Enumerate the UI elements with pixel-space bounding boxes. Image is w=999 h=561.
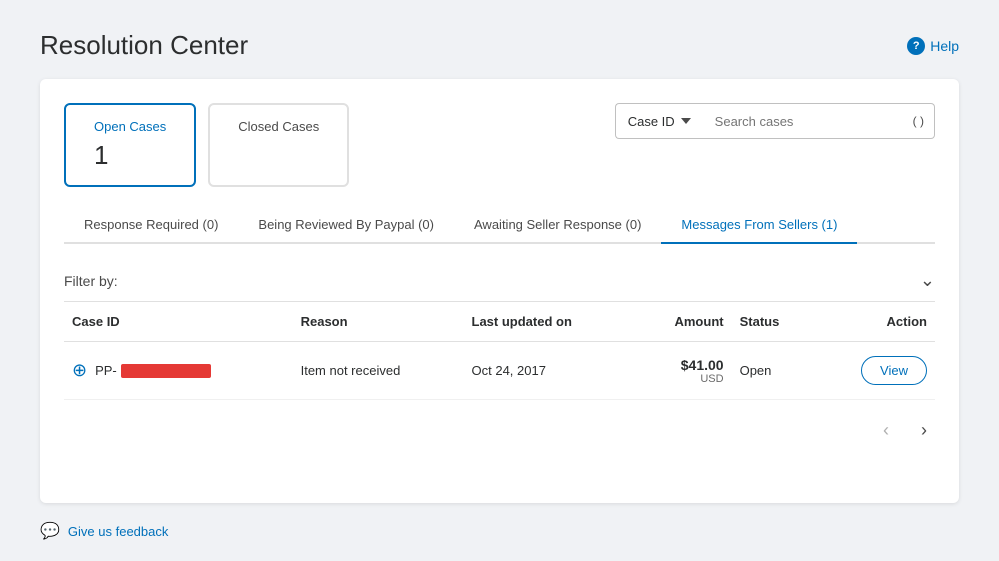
col-action: Action bbox=[814, 302, 935, 342]
table-row: ⊕ PP- Item not received Oct 24, 2017 $41… bbox=[64, 342, 935, 400]
col-amount: Amount bbox=[635, 302, 731, 342]
case-id-redacted bbox=[121, 364, 211, 378]
status-cell: Open bbox=[732, 342, 814, 400]
prev-page-button[interactable]: ‹ bbox=[875, 416, 897, 445]
closed-cases-label: Closed Cases bbox=[238, 119, 319, 134]
chevron-down-icon bbox=[681, 118, 691, 124]
filter-bar: Filter by: ⌄ bbox=[64, 260, 935, 302]
col-case-id: Case ID bbox=[64, 302, 293, 342]
tab-awaiting-seller[interactable]: Awaiting Seller Response (0) bbox=[454, 207, 661, 244]
tab-closed-cases[interactable]: Closed Cases bbox=[208, 103, 349, 187]
search-input[interactable] bbox=[703, 103, 903, 139]
col-last-updated: Last updated on bbox=[464, 302, 636, 342]
view-button[interactable]: View bbox=[861, 356, 927, 385]
tab-open-cases[interactable]: Open Cases 1 bbox=[64, 103, 196, 187]
case-id-prefix: PP- bbox=[95, 363, 117, 378]
case-id-text: PP- bbox=[95, 363, 211, 378]
feedback-link[interactable]: Give us feedback bbox=[68, 524, 168, 539]
help-icon: ? bbox=[907, 37, 925, 55]
feedback-icon: 💬 bbox=[40, 521, 60, 541]
feedback-row: 💬 Give us feedback bbox=[40, 521, 959, 541]
page-title: Resolution Center bbox=[40, 30, 248, 61]
amount-cell: $41.00 USD bbox=[635, 342, 731, 400]
cases-table: Case ID Reason Last updated on Amount St… bbox=[64, 302, 935, 400]
pagination: ‹ › bbox=[64, 400, 935, 449]
table-header-row: Case ID Reason Last updated on Amount St… bbox=[64, 302, 935, 342]
last-updated-cell: Oct 24, 2017 bbox=[464, 342, 636, 400]
reason-cell: Item not received bbox=[293, 342, 464, 400]
col-status: Status bbox=[732, 302, 814, 342]
search-btn-label: ( ) bbox=[913, 114, 924, 128]
search-dropdown[interactable]: Case ID bbox=[615, 103, 703, 139]
expand-row-icon[interactable]: ⊕ bbox=[72, 360, 87, 381]
col-reason: Reason bbox=[293, 302, 464, 342]
tab-being-reviewed[interactable]: Being Reviewed By Paypal (0) bbox=[238, 207, 454, 244]
action-cell: View bbox=[814, 342, 935, 400]
next-page-button[interactable]: › bbox=[913, 416, 935, 445]
amount-value: $41.00 bbox=[643, 357, 723, 373]
search-dropdown-label: Case ID bbox=[628, 114, 675, 129]
case-type-tabs: Open Cases 1 Closed Cases bbox=[64, 103, 349, 187]
case-id-cell: ⊕ PP- bbox=[64, 342, 293, 400]
help-link[interactable]: ? Help bbox=[907, 37, 959, 55]
filter-label: Filter by: bbox=[64, 273, 118, 289]
search-button[interactable]: ( ) bbox=[903, 103, 935, 139]
sub-tabs: Response Required (0) Being Reviewed By … bbox=[64, 207, 935, 244]
tab-response-required[interactable]: Response Required (0) bbox=[64, 207, 238, 244]
tab-messages-from-sellers[interactable]: Messages From Sellers (1) bbox=[661, 207, 857, 244]
amount-currency: USD bbox=[643, 373, 723, 385]
search-area: Case ID ( ) bbox=[615, 103, 935, 139]
main-card: Open Cases 1 Closed Cases Case ID ( ) Re… bbox=[40, 79, 959, 503]
help-label: Help bbox=[930, 38, 959, 54]
open-cases-count: 1 bbox=[94, 140, 166, 171]
top-row: Open Cases 1 Closed Cases Case ID ( ) bbox=[64, 103, 935, 187]
open-cases-label: Open Cases bbox=[94, 119, 166, 134]
page-header: Resolution Center ? Help bbox=[40, 30, 959, 61]
filter-chevron-icon[interactable]: ⌄ bbox=[920, 270, 935, 291]
